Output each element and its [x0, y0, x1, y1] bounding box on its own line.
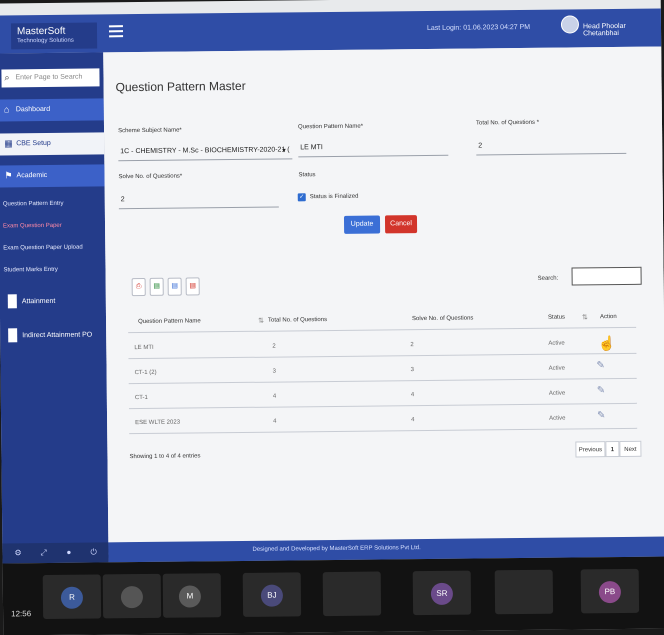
cell-status: Active [548, 390, 566, 397]
sidebar-item-attainment[interactable]: Attainment [0, 288, 106, 317]
update-button[interactable]: Update [343, 215, 381, 234]
export-excel-icon[interactable]: ▤ [149, 277, 164, 296]
cell-pattern-name: CT-1 [134, 394, 148, 402]
participant-avatar [120, 585, 144, 609]
participant-tile[interactable] [322, 571, 382, 617]
brand-name: MasterSoft [16, 25, 66, 38]
cell-status: Active [549, 415, 566, 422]
cell-solve-questions: 4 [410, 392, 415, 399]
chevron-down-icon[interactable]: ▾ [282, 146, 286, 154]
sidebar-item-label: Attainment [21, 297, 56, 306]
status-checkbox[interactable]: ✓ [297, 193, 306, 202]
participant-avatar: M [178, 585, 202, 608]
export-print-icon[interactable]: ⎙ [131, 277, 146, 297]
column-header-total-questions[interactable]: Total No. of Questions [268, 317, 327, 324]
sort-icon[interactable]: ⇅ [582, 313, 588, 321]
cell-pattern-name: CT-1 (2) [134, 369, 157, 377]
column-header-action[interactable]: Action [600, 314, 617, 320]
document-icon [8, 328, 18, 343]
mouse-cursor-icon: ☝ [598, 335, 616, 352]
solve-questions-input[interactable]: 2 [121, 196, 125, 203]
hamburger-menu-icon[interactable] [108, 25, 124, 38]
export-word-icon[interactable]: ▤ [167, 277, 182, 296]
settings-icon[interactable]: ⚙ [14, 548, 21, 557]
cancel-button[interactable]: Cancel [384, 215, 418, 234]
sidebar-item-dashboard[interactable]: ⌂ Dashboard [0, 98, 104, 122]
solve-questions-label: Solve No. of Questions* [118, 173, 183, 181]
brand-tagline: Technology Solutions [17, 37, 74, 45]
export-pdf-icon[interactable]: ▤ [185, 277, 200, 296]
sidebar-subitem-paper-upload[interactable]: Exam Question Paper Upload [3, 245, 82, 252]
edit-icon[interactable]: ✎ [596, 360, 605, 371]
cell-status: Active [548, 340, 565, 347]
home-icon: ⌂ [3, 104, 10, 115]
document-icon [7, 294, 17, 309]
edit-icon[interactable]: ✎ [597, 385, 606, 396]
sidebar-item-label: Dashboard [15, 105, 51, 114]
sidebar-subitem-marks-entry[interactable]: Student Marks Entry [3, 267, 57, 274]
participant-tile[interactable] [494, 569, 554, 615]
sidebar-item-cbe-setup[interactable]: ▦ CBE Setup [0, 132, 105, 156]
sidebar-subitem-question-pattern[interactable]: Question Pattern Entry [3, 201, 64, 208]
cell-total-questions: 4 [273, 418, 277, 425]
sidebar-item-indirect-attainment[interactable]: Indirect Attainment PO [0, 322, 106, 351]
screen: MasterSoft Technology Solutions Last Log… [0, 0, 664, 635]
lock-icon[interactable]: ● [66, 548, 71, 557]
pattern-name-input[interactable]: LE MTI [300, 144, 323, 151]
cell-solve-questions: 2 [410, 342, 414, 349]
edit-icon[interactable]: ✎ [597, 410, 606, 421]
participant-avatar: PB [598, 580, 622, 604]
sidebar-subitem-exam-paper[interactable]: Exam Question Paper [3, 223, 62, 230]
meeting-time: 12:56 [11, 609, 32, 619]
table-search-input[interactable] [571, 266, 642, 286]
search-icon: ⌕ [4, 72, 10, 83]
pagination-previous[interactable]: Previous [575, 441, 606, 458]
cell-total-questions: 4 [272, 393, 277, 400]
status-checkbox-label: Status is Finalized [309, 193, 359, 201]
participant-avatar: SR [430, 582, 454, 605]
total-questions-input[interactable]: 2 [478, 142, 482, 149]
brand-logo: MasterSoft Technology Solutions [10, 22, 98, 50]
sidebar-item-label: Indirect Attainment PO [22, 331, 93, 340]
scheme-subject-label: Scheme Subject Name* [118, 127, 182, 135]
cell-total-questions: 3 [272, 368, 276, 375]
status-label: Status [298, 172, 316, 179]
cell-pattern-name: LE MTI [134, 344, 154, 352]
cell-solve-questions: 4 [411, 417, 415, 424]
graduation-cap-icon: ⚑ [4, 170, 13, 181]
column-header-status[interactable]: Status [548, 315, 565, 321]
participant-avatar: BJ [260, 584, 284, 607]
sidebar-item-academic[interactable]: ⚑ Academic [0, 164, 105, 188]
column-header-solve-questions[interactable]: Solve No. of Questions [412, 316, 473, 323]
fullscreen-icon[interactable]: ⤢ [40, 548, 47, 558]
last-login-text: Last Login: 01.06.2023 04:27 PM [426, 23, 531, 32]
sort-icon[interactable]: ⇅ [258, 317, 264, 325]
cell-total-questions: 2 [272, 343, 276, 350]
table-search-label: Search: [537, 275, 559, 282]
sidebar-search-input[interactable]: ⌕ Enter Page to Search [1, 68, 100, 88]
grid-icon: ▦ [4, 138, 13, 149]
participant-avatar: R [60, 586, 84, 609]
pattern-name-label: Question Pattern Name* [297, 123, 364, 131]
cell-status: Active [548, 365, 565, 372]
sidebar-item-label: Academic [16, 171, 48, 180]
sidebar-search-placeholder: Enter Page to Search [15, 73, 83, 82]
total-questions-label: Total No. of Questions * [475, 119, 540, 127]
sidebar-item-label: CBE Setup [16, 139, 51, 148]
cell-pattern-name: ESE WLTE 2023 [135, 419, 181, 427]
pagination-page-1[interactable]: 1 [605, 440, 620, 458]
column-header-pattern-name[interactable]: Question Pattern Name [138, 318, 201, 325]
user-name[interactable]: Head Phoolar Chetanbhai [583, 23, 661, 37]
cell-solve-questions: 3 [410, 367, 414, 374]
pagination-next[interactable]: Next [619, 440, 642, 457]
user-avatar[interactable] [560, 15, 580, 34]
table-info-text: Showing 1 to 4 of 4 entries [129, 453, 201, 461]
page-title: Question Pattern Master [115, 78, 246, 95]
power-icon[interactable]: ⏻ [90, 547, 96, 557]
